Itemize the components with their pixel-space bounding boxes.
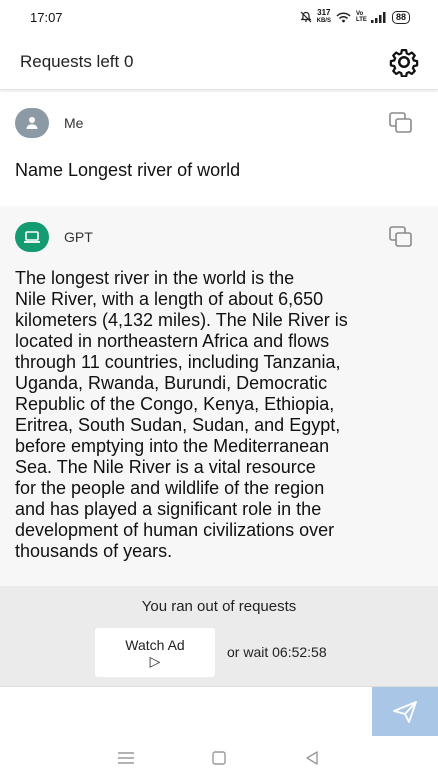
square-home-icon [212, 751, 226, 765]
nav-back-button[interactable] [297, 743, 327, 773]
send-button[interactable] [372, 687, 438, 737]
message-text: The longest river in the world is the Ni… [15, 268, 348, 561]
mute-icon [300, 11, 312, 23]
copy-icon [389, 226, 412, 247]
requests-left-label: Requests left 0 [20, 51, 134, 71]
laptop-icon [24, 231, 40, 243]
system-nav-bar [0, 736, 438, 780]
volte-label: Vo LTE [355, 11, 367, 23]
nav-home-button[interactable] [204, 743, 234, 773]
triangle-back-icon [305, 751, 318, 765]
send-icon [393, 701, 417, 723]
wait-timer: or wait 06:52:58 [227, 644, 327, 660]
network-speed: 317 KB/S [316, 8, 331, 25]
status-bar: 17:07 317 KB/S Vo LTE 88 [0, 0, 438, 34]
gpt-message: GPT The longest river in the world is th… [0, 206, 438, 586]
menu-icon [118, 752, 135, 764]
user-avatar [15, 108, 49, 138]
watch-ad-label: Watch Ad [125, 636, 185, 653]
message-text: Name Longest river of world [15, 160, 241, 180]
out-of-requests-title: You ran out of requests [141, 598, 297, 615]
composer [0, 686, 438, 737]
gpt-avatar [15, 222, 49, 252]
message-input[interactable] [0, 687, 372, 737]
app-header: Requests left 0 [0, 34, 438, 90]
person-icon [26, 117, 38, 129]
copy-button[interactable] [388, 224, 414, 250]
out-of-requests-panel: You ran out of requests [0, 586, 438, 686]
message-header: GPT [15, 221, 414, 253]
nav-menu-button[interactable] [111, 743, 141, 773]
message-header: Me [15, 107, 414, 139]
status-icons: 317 KB/S Vo LTE 88 [300, 9, 410, 25]
copy-icon [389, 112, 412, 133]
gear-icon [389, 48, 419, 77]
sender-name: GPT [64, 229, 93, 245]
watch-ad-button[interactable]: Watch Ad ▷ [95, 628, 215, 677]
status-time: 17:07 [30, 9, 63, 25]
play-icon: ▷ [149, 652, 161, 669]
settings-button[interactable] [388, 46, 420, 78]
battery-indicator: 88 [391, 10, 410, 24]
wifi-icon [336, 11, 351, 22]
user-message: Me Name Longest river of world [0, 92, 438, 206]
signal-icon [370, 11, 386, 23]
copy-button[interactable] [388, 110, 414, 136]
sender-name: Me [64, 115, 84, 131]
